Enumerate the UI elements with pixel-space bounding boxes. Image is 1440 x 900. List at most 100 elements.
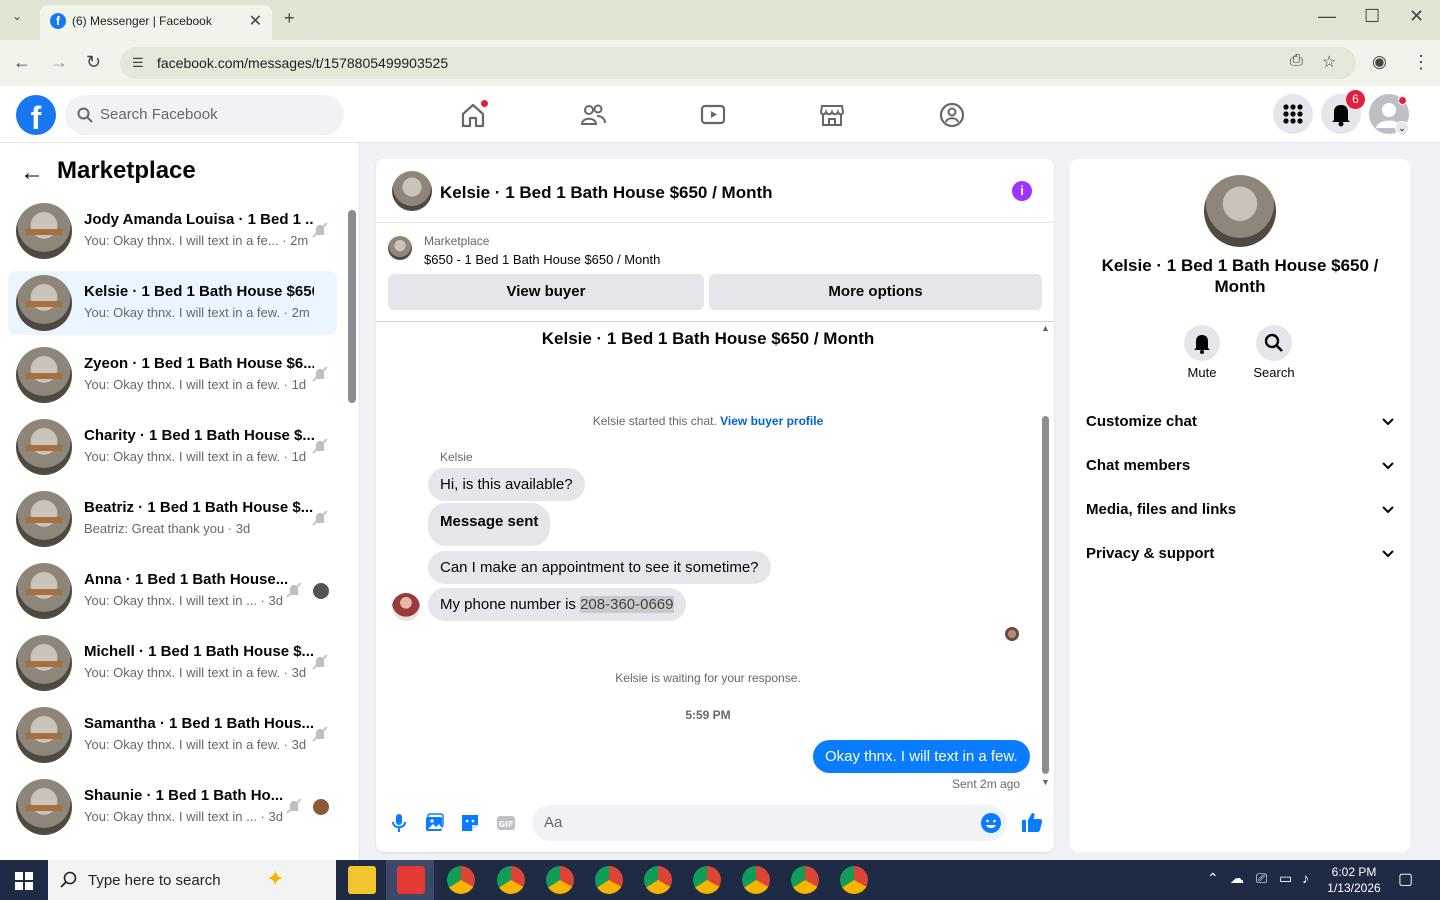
search-chat-button[interactable]: [1256, 325, 1292, 361]
media-files-links-section[interactable]: Media, files and links: [1086, 501, 1396, 531]
browser-menu-icon[interactable]: ⋮: [1412, 52, 1430, 73]
message-bubble[interactable]: Hi, is this available?: [428, 468, 585, 501]
chrome-icon[interactable]: [840, 866, 868, 894]
profile-icon[interactable]: ◉: [1372, 52, 1387, 72]
back-icon[interactable]: ←: [13, 52, 31, 73]
site-info-icon[interactable]: ☰: [132, 55, 144, 71]
thread-title: Kelsie · 1 Bed 1 Bath House $650 / Month: [541, 329, 875, 348]
forward-icon[interactable]: →: [50, 52, 68, 73]
meet-now-icon[interactable]: ⎚: [1256, 870, 1267, 887]
conversation-row[interactable]: Beatriz · 1 Bed 1 Bath House $... Beatriz…: [8, 487, 337, 551]
sent-status: Sent 2m ago: [952, 777, 1021, 791]
conversation-row[interactable]: Jody Amanda Louisa · 1 Bed 1 ... You: Oka…: [8, 199, 337, 263]
browser-tab[interactable]: f (6) Messenger | Facebook ✕: [40, 5, 272, 40]
friends-icon[interactable]: [578, 100, 608, 130]
view-buyer-profile-link[interactable]: View buyer profile: [720, 414, 823, 428]
groups-icon[interactable]: [937, 100, 967, 130]
message-input[interactable]: Aa: [532, 805, 1007, 841]
chrome-icon[interactable]: [693, 866, 721, 894]
chrome-icon[interactable]: [497, 866, 525, 894]
chat-members-section[interactable]: Chat members: [1086, 457, 1396, 487]
listing-thumbnail[interactable]: [388, 236, 412, 260]
microphone-icon[interactable]: [388, 812, 410, 834]
file-explorer-icon[interactable]: [348, 866, 376, 894]
mute-button[interactable]: [1184, 325, 1220, 361]
emoji-icon[interactable]: [980, 812, 1002, 834]
message-thread: Kelsie · 1 Bed 1 Bath House $650 / Month…: [376, 323, 1054, 793]
marketplace-label: Marketplace: [424, 234, 490, 248]
message-sent-card[interactable]: Message sent: [428, 503, 551, 546]
onedrive-icon[interactable]: ☁: [1230, 870, 1244, 887]
account-chevron-icon[interactable]: ⌄: [1395, 121, 1409, 135]
chat-header: Kelsie · 1 Bed 1 Bath House $650 / Month…: [376, 159, 1054, 223]
conversation-row[interactable]: Michell · 1 Bed 1 Bath House $... You: Ok…: [8, 631, 337, 695]
taskbar-search-box[interactable]: Type here to search ✦: [48, 860, 336, 900]
maximize-icon[interactable]: ☐: [1364, 6, 1380, 27]
seen-avatar: [313, 583, 329, 599]
sender-avatar[interactable]: [392, 593, 420, 621]
video-icon[interactable]: [698, 100, 728, 130]
tab-close-icon[interactable]: ✕: [249, 11, 262, 31]
sticker-icon[interactable]: [459, 812, 481, 834]
panel-title: Marketplace: [57, 157, 196, 184]
bookmark-star-icon[interactable]: ☆: [1322, 52, 1336, 72]
chrome-icon[interactable]: [595, 866, 623, 894]
conversation-snippet: You: Okay thnx. I will text in a few. · …: [84, 305, 310, 320]
conversation-row[interactable]: Samantha · 1 Bed 1 Bath Hous... You: Okay…: [8, 703, 337, 767]
install-app-icon[interactable]: ⎙: [1290, 52, 1303, 70]
conversation-name: Zyeon · 1 Bed 1 Bath House $6...: [84, 355, 314, 372]
thumbs-up-icon[interactable]: [1020, 810, 1044, 834]
taskbar-clock[interactable]: 6:02 PM 1/13/2026: [1322, 864, 1386, 896]
chat-avatar[interactable]: [392, 171, 432, 211]
minimize-icon[interactable]: —: [1318, 6, 1336, 27]
menu-grid-button[interactable]: [1273, 94, 1313, 134]
conversation-row[interactable]: Kelsie · 1 Bed 1 Bath House $650... You: …: [8, 271, 337, 335]
facebook-search-input[interactable]: Search Facebook: [65, 95, 344, 135]
conversation-avatar[interactable]: [1204, 175, 1276, 247]
conversation-row[interactable]: Shaunie · 1 Bed 1 Bath Ho... You: Okay th…: [8, 775, 337, 839]
back-arrow-icon[interactable]: ←: [20, 159, 44, 187]
seen-receipt-avatar: [1005, 627, 1019, 641]
marketplace-icon[interactable]: [817, 100, 847, 130]
facebook-logo-icon[interactable]: f: [16, 95, 56, 135]
conversation-row[interactable]: Zyeon · 1 Bed 1 Bath House $6... You: Oka…: [8, 343, 337, 407]
phone-number-highlight[interactable]: 208-360-0669: [580, 596, 674, 613]
reload-icon[interactable]: ↻: [86, 52, 101, 73]
thread-scrollbar[interactable]: [1042, 416, 1049, 774]
tray-expand-icon[interactable]: ⌃: [1207, 870, 1219, 887]
conversation-row[interactable]: Charity · 1 Bed 1 Bath House $... You: Ok…: [8, 415, 337, 479]
chrome-icon[interactable]: [791, 866, 819, 894]
privacy-support-section[interactable]: Privacy & support: [1086, 545, 1396, 575]
info-icon[interactable]: i: [1012, 181, 1032, 201]
notification-center-icon[interactable]: ▢: [1398, 869, 1413, 889]
omnibox[interactable]: ☰ facebook.com/messages/t/15788054999035…: [120, 47, 1356, 79]
muted-bell-icon: [311, 509, 329, 527]
gif-icon[interactable]: GIF: [495, 812, 517, 834]
conversation-avatar: [16, 203, 72, 259]
scroll-up-icon[interactable]: ▲: [1041, 323, 1050, 333]
more-options-button[interactable]: More options: [709, 274, 1042, 310]
chrome-icon[interactable]: [447, 866, 475, 894]
message-bubble-phone[interactable]: My phone number is 208-360-0669: [428, 588, 686, 621]
window-close-icon[interactable]: ✕: [1409, 6, 1424, 27]
new-tab-icon[interactable]: +: [284, 8, 295, 29]
my-message-bubble[interactable]: Okay thnx. I will text in a few.: [813, 740, 1030, 773]
chrome-icon[interactable]: [546, 866, 574, 894]
photo-icon[interactable]: [423, 812, 445, 834]
chat-title[interactable]: Kelsie · 1 Bed 1 Bath House $650 / Month: [440, 183, 773, 203]
view-buyer-button[interactable]: View buyer: [388, 274, 704, 310]
tab-search-icon[interactable]: ⌄: [12, 9, 22, 23]
sender-name: Kelsie: [440, 450, 473, 464]
conversation-row[interactable]: Anna · 1 Bed 1 Bath House... You: Okay th…: [8, 559, 337, 623]
windows-start-icon[interactable]: [15, 872, 33, 890]
message-bubble[interactable]: Can I make an appointment to see it some…: [428, 551, 771, 584]
list-scrollbar[interactable]: [348, 210, 356, 403]
chrome-icon[interactable]: [644, 866, 672, 894]
customize-chat-section[interactable]: Customize chat: [1086, 413, 1396, 443]
chrome-icon[interactable]: [742, 866, 770, 894]
network-icon[interactable]: ▭: [1279, 870, 1292, 887]
volume-icon[interactable]: ♪: [1302, 870, 1309, 886]
listing-title[interactable]: $650 - 1 Bed 1 Bath House $650 / Month: [424, 252, 660, 267]
pinned-app-icon[interactable]: [397, 866, 425, 894]
scroll-down-icon[interactable]: ▼: [1041, 777, 1050, 787]
